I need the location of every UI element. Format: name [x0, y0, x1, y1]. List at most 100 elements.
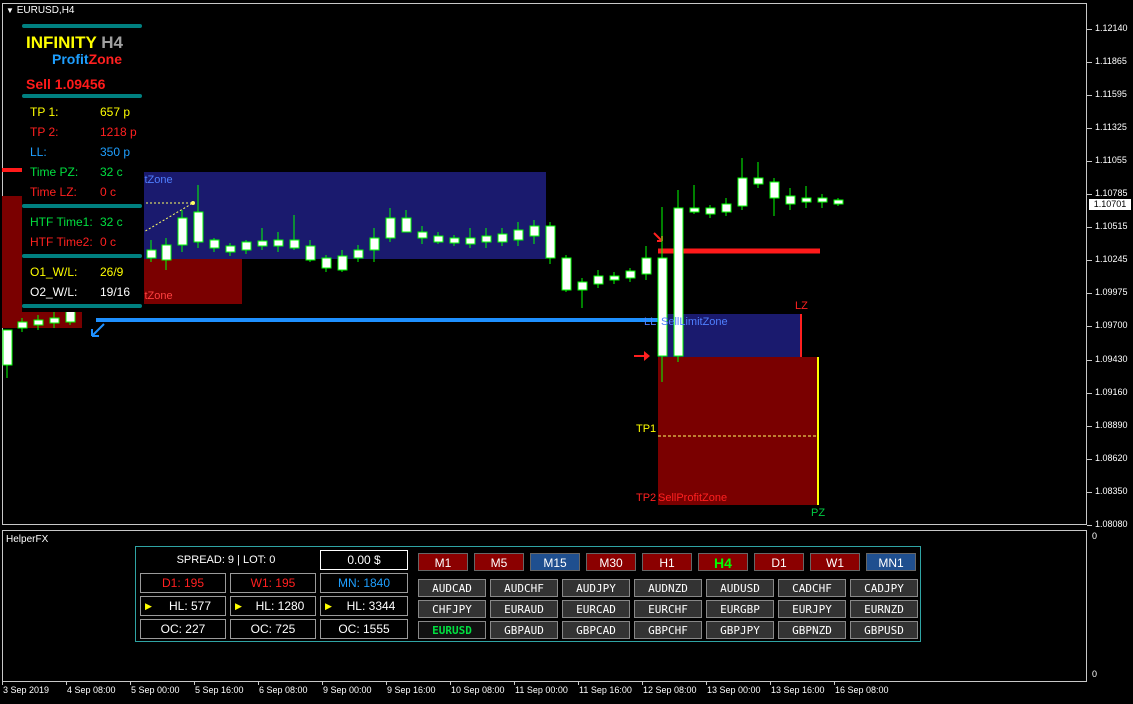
- tf-button-m15[interactable]: M15: [530, 553, 580, 571]
- hl-d1[interactable]: ▶ HL: 577: [140, 596, 226, 616]
- symbol-button-cadjpy[interactable]: CADJPY: [850, 579, 918, 597]
- time-label: 12 Sep 08:00: [643, 685, 697, 695]
- htf-time2-row: HTF Time2: 0 c: [30, 235, 116, 249]
- ll-row-label: LL:: [30, 145, 47, 159]
- time-label: 3 Sep 2019: [3, 685, 50, 695]
- symbol-button-gbpjpy[interactable]: GBPJPY: [706, 621, 774, 639]
- mn-range: MN: 1840: [320, 573, 408, 593]
- price-label: 1.08620: [1095, 452, 1128, 463]
- price-tick: [1087, 128, 1092, 130]
- tf-button-h1[interactable]: H1: [642, 553, 692, 571]
- time-label: 9 Sep 00:00: [323, 685, 372, 695]
- candle-body: [401, 217, 412, 233]
- time-pz-value: 32 c: [100, 165, 123, 179]
- symbol-button-audcad[interactable]: AUDCAD: [418, 579, 486, 597]
- symbol-button-gbpusd[interactable]: GBPUSD: [850, 621, 918, 639]
- symbol-button-gbpchf[interactable]: GBPCHF: [634, 621, 702, 639]
- price-tick: [1087, 95, 1092, 97]
- play-icon: ▶: [235, 601, 242, 611]
- symbol-button-eurnzd[interactable]: EURNZD: [850, 600, 918, 618]
- candle-body: [289, 239, 300, 249]
- candle-body: [657, 257, 668, 357]
- lower-zone-label: itZone: [142, 290, 173, 302]
- tf-button-m30[interactable]: M30: [586, 553, 636, 571]
- tf-button-h4[interactable]: H4: [698, 553, 748, 571]
- symbol-button-audusd[interactable]: AUDUSD: [706, 579, 774, 597]
- price-label: 1.10515: [1095, 221, 1128, 232]
- symbol-button-eurgbp[interactable]: EURGBP: [706, 600, 774, 618]
- pz-label: PZ: [811, 507, 826, 519]
- tf-button-w1[interactable]: W1: [810, 553, 860, 571]
- time-label: 13 Sep 00:00: [707, 685, 761, 695]
- symbol-button-euraud[interactable]: EURAUD: [490, 600, 558, 618]
- helperfx-panel: SPREAD: 9 | LOT: 0 0.00 $ D1: 195 W1: 19…: [135, 546, 921, 642]
- candle-body: [433, 235, 444, 243]
- time-label: 11 Sep 00:00: [515, 685, 568, 695]
- time-label: 6 Sep 08:00: [259, 685, 308, 695]
- hl-w1[interactable]: ▶ HL: 1280: [230, 596, 316, 616]
- tf-button-m1[interactable]: M1: [418, 553, 468, 571]
- candle-body: [497, 233, 508, 243]
- symbol-button-eurcad[interactable]: EURCAD: [562, 600, 630, 618]
- symbol-button-eurusd[interactable]: EURUSD: [418, 621, 486, 639]
- candle-body: [561, 257, 572, 291]
- candle-body: [321, 257, 332, 269]
- price-tick: [1087, 524, 1092, 526]
- panel-divider: [22, 204, 142, 208]
- candle-body: [529, 225, 540, 237]
- candle-body: [593, 275, 604, 285]
- price-label: 1.08890: [1095, 419, 1128, 430]
- symbol-button-eurchf[interactable]: EURCHF: [634, 600, 702, 618]
- candle-body: [449, 237, 460, 244]
- panel-divider: [22, 94, 142, 98]
- candle-body: [465, 237, 476, 245]
- panel-divider: [22, 254, 142, 258]
- o2-wl-label: O2_W/L:: [30, 285, 78, 299]
- tp2-label: TP2: [636, 492, 657, 504]
- candle-body: [785, 195, 796, 205]
- symbol-button-cadchf[interactable]: CADCHF: [778, 579, 846, 597]
- subwindow-scale-bottom: 0: [1092, 669, 1098, 679]
- tf-button-m5[interactable]: M5: [474, 553, 524, 571]
- ll-row: LL: 350 p: [30, 145, 130, 159]
- chart-title: ▼ EURUSD,H4: [6, 5, 75, 16]
- o1-wl-row: O1_W/L: 26/9: [30, 265, 123, 279]
- candle-body: [2, 329, 13, 366]
- candle-body: [481, 235, 492, 243]
- symbol-button-gbpnzd[interactable]: GBPNZD: [778, 621, 846, 639]
- candle-body: [177, 217, 188, 246]
- brand-timeframe: H4: [101, 33, 123, 52]
- tp1-row-label: TP 1:: [30, 105, 59, 119]
- subwindow-scale-top: 0: [1092, 531, 1098, 541]
- tf-button-mn1[interactable]: MN1: [866, 553, 916, 571]
- current-price-badge: 1.10701: [1089, 199, 1131, 210]
- brand-zone-word: Zone: [88, 51, 123, 67]
- tp2-row-label: TP 2:: [30, 125, 59, 139]
- symbol-button-gbpcad[interactable]: GBPCAD: [562, 621, 630, 639]
- play-icon: ▶: [325, 601, 332, 611]
- tp1-label: TP1: [636, 423, 657, 435]
- symbol-button-audjpy[interactable]: AUDJPY: [562, 579, 630, 597]
- symbol-button-audchf[interactable]: AUDCHF: [490, 579, 558, 597]
- hl-mn[interactable]: ▶ HL: 3344: [320, 596, 408, 616]
- oc-mn: OC: 1555: [320, 619, 408, 639]
- hl-mn-value: HL: 3344: [346, 599, 396, 613]
- htf-time1-label: HTF Time1:: [30, 215, 93, 229]
- symbol-button-eurjpy[interactable]: EURJPY: [778, 600, 846, 618]
- tf-button-d1[interactable]: D1: [754, 553, 804, 571]
- price-tick: [1087, 194, 1092, 196]
- oc-d1: OC: 227: [140, 619, 226, 639]
- candle-body: [721, 203, 732, 213]
- candle-body: [273, 239, 284, 247]
- price-label: 1.11325: [1095, 122, 1127, 133]
- chart-menu-arrow-icon[interactable]: ▼: [6, 6, 14, 15]
- spread-lot-label: SPREAD: 9 | LOT: 0: [176, 554, 276, 566]
- time-lz-value: 0 c: [100, 185, 117, 199]
- candle-body: [193, 211, 204, 243]
- symbol-button-audnzd[interactable]: AUDNZD: [634, 579, 702, 597]
- time-label: 11 Sep 16:00: [579, 685, 632, 695]
- time-label: 4 Sep 08:00: [67, 685, 116, 695]
- symbol-button-gbpaud[interactable]: GBPAUD: [490, 621, 558, 639]
- price-tick: [1087, 425, 1092, 427]
- symbol-button-chfjpy[interactable]: CHFJPY: [418, 600, 486, 618]
